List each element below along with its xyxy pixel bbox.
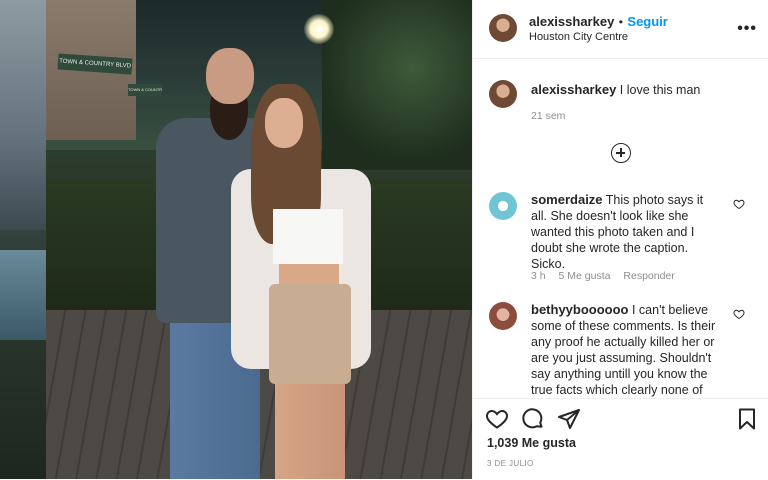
comment-body: somerdaize This photo says it all. She d…: [531, 192, 721, 272]
comment-avatar[interactable]: [489, 192, 517, 220]
reply-button[interactable]: Responder: [623, 270, 674, 282]
bookmark-icon[interactable]: [735, 407, 759, 431]
post-side-panel: alexissharkey • Seguir Houston City Cent…: [472, 0, 768, 479]
comment-icon[interactable]: [521, 407, 545, 431]
previous-post-strip[interactable]: [0, 0, 46, 479]
like-count[interactable]: 1,039 Me gusta: [487, 436, 576, 450]
comment-likes[interactable]: 5 Me gusta: [559, 270, 611, 282]
comment-avatar[interactable]: [489, 302, 517, 330]
more-icon[interactable]: •••: [737, 20, 757, 38]
comment-body: bethyyboooooo I can't believe some of th…: [531, 302, 721, 398]
comment-meta: 3 h 5 Me gusta Responder: [531, 270, 685, 282]
comment-like-heart-icon[interactable]: [733, 308, 745, 323]
post-photo[interactable]: TOWN & COUNTRY BLVD TOWN & COUNTRY: [46, 0, 472, 479]
author-line: alexissharkey • Seguir: [529, 13, 668, 31]
caption-time[interactable]: 21 sem: [531, 110, 565, 122]
post-header: alexissharkey • Seguir Houston City Cent…: [473, 0, 768, 59]
post-location[interactable]: Houston City Centre: [529, 31, 628, 43]
photo-woman: [231, 84, 381, 479]
heart-icon[interactable]: [485, 407, 509, 431]
comment-text: I can't believe some of these comments. …: [531, 303, 716, 397]
comment-username[interactable]: bethyyboooooo: [531, 302, 629, 317]
comments-list[interactable]: somerdaize This photo says it all. She d…: [473, 190, 768, 398]
previous-post-image-bottom: [0, 250, 46, 340]
share-icon[interactable]: [557, 407, 581, 431]
author-avatar[interactable]: [489, 14, 517, 42]
author-username[interactable]: alexissharkey: [529, 14, 614, 29]
caption-text: I love this man: [619, 83, 701, 97]
comment-username[interactable]: somerdaize: [531, 192, 603, 207]
post-date[interactable]: 3 DE JULIO: [487, 459, 534, 468]
post-actions: 1,039 Me gusta 3 DE JULIO: [473, 398, 768, 480]
previous-post-image-top: [0, 0, 46, 230]
add-comments-icon[interactable]: [611, 143, 631, 163]
caption: alexissharkey I love this man: [531, 82, 751, 98]
street-light: [304, 14, 334, 44]
caption-username[interactable]: alexissharkey: [531, 82, 616, 97]
follow-button[interactable]: Seguir: [627, 14, 667, 29]
comment-like-heart-icon[interactable]: [733, 198, 745, 213]
comment-time[interactable]: 3 h: [531, 270, 546, 282]
separator-dot: •: [618, 15, 623, 29]
caption-avatar[interactable]: [489, 80, 517, 108]
